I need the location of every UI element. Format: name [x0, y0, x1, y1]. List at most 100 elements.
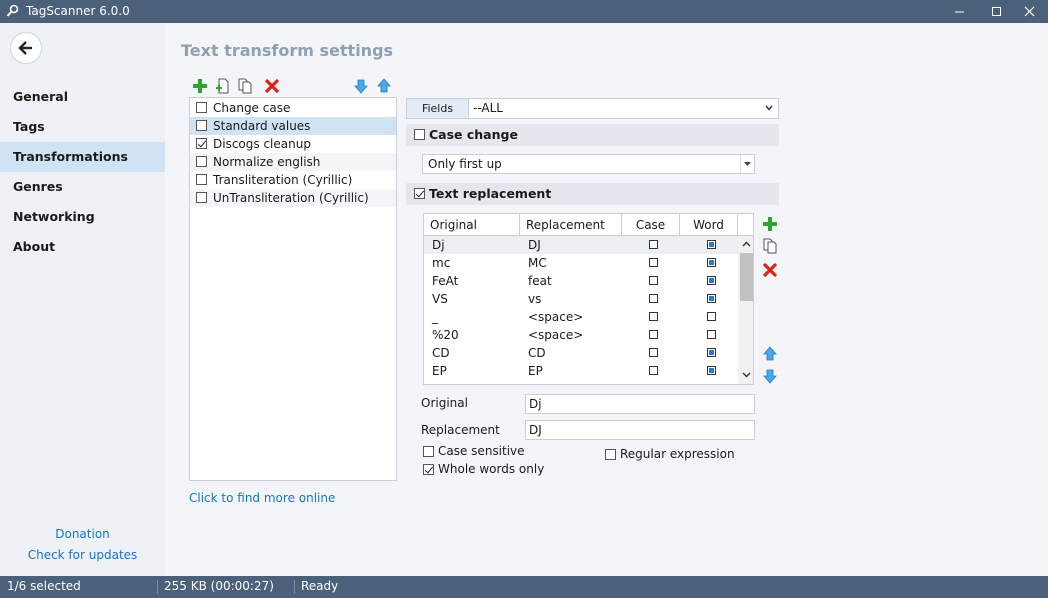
regex-label: Regular expression	[620, 447, 735, 461]
add-replacement-button[interactable]	[761, 215, 779, 233]
sidebar-item-general[interactable]: General	[0, 82, 165, 112]
scroll-up-icon[interactable]	[742, 240, 751, 249]
whole-words-checkbox[interactable]	[423, 464, 434, 475]
move-replacement-up-button[interactable]	[761, 345, 779, 363]
case-checkbox[interactable]	[649, 348, 658, 357]
case-checkbox[interactable]	[649, 330, 658, 339]
scroll-down-icon[interactable]	[742, 370, 751, 379]
add-file-button[interactable]	[214, 77, 232, 95]
table-row[interactable]: %20 <space>	[424, 326, 738, 344]
rule-checkbox[interactable]	[196, 138, 207, 149]
table-scrollbar[interactable]	[738, 236, 753, 384]
sidebar-item-about[interactable]: About	[0, 232, 165, 262]
word-checkbox[interactable]	[707, 348, 716, 357]
delete-rule-button[interactable]	[263, 77, 281, 95]
column-header-case[interactable]: Case	[622, 214, 680, 236]
close-button[interactable]	[1010, 0, 1048, 23]
list-item[interactable]: Change case	[190, 99, 396, 117]
table-row[interactable]: CD CD	[424, 344, 738, 362]
case-checkbox[interactable]	[649, 240, 658, 249]
copy-rule-button[interactable]	[236, 77, 254, 95]
text-replacement-section[interactable]: Text replacement	[406, 183, 779, 205]
back-arrow-icon	[18, 41, 32, 55]
delete-replacement-button[interactable]	[761, 261, 779, 279]
replacement-label: Replacement	[421, 423, 500, 437]
sidebar-item-tags[interactable]: Tags	[0, 112, 165, 142]
word-checkbox[interactable]	[707, 366, 716, 375]
text-replacement-checkbox[interactable]	[414, 188, 425, 199]
copy-replacement-button[interactable]	[761, 237, 779, 255]
rule-checkbox[interactable]	[196, 156, 207, 167]
table-row[interactable]: FeAt feat	[424, 272, 738, 290]
text-replacement-label: Text replacement	[429, 186, 552, 201]
list-item[interactable]: UnTransliteration (Cyrillic)	[190, 189, 396, 207]
word-checkbox[interactable]	[707, 276, 716, 285]
donation-link[interactable]: Donation	[0, 527, 165, 541]
rule-label: Change case	[213, 101, 291, 115]
table-row[interactable]: EP EP	[424, 362, 738, 380]
word-checkbox[interactable]	[707, 330, 716, 339]
word-checkbox[interactable]	[707, 384, 716, 385]
column-header-original[interactable]: Original	[424, 214, 520, 236]
word-checkbox[interactable]	[707, 258, 716, 267]
list-item[interactable]: Discogs cleanup	[190, 135, 396, 153]
list-item[interactable]: Normalize english	[190, 153, 396, 171]
column-header-replacement[interactable]: Replacement	[520, 214, 622, 236]
table-row[interactable]: LP LP	[424, 380, 738, 385]
status-divider	[157, 580, 158, 594]
case-checkbox[interactable]	[649, 294, 658, 303]
chevron-down-icon	[765, 105, 773, 111]
back-button[interactable]	[10, 32, 42, 64]
status-state: Ready	[301, 579, 339, 593]
word-checkbox[interactable]	[707, 240, 716, 249]
scrollbar-thumb[interactable]	[740, 253, 753, 301]
case-checkbox[interactable]	[649, 276, 658, 285]
case-change-section[interactable]: Case change	[406, 124, 779, 146]
list-item[interactable]: Standard values	[190, 117, 396, 135]
table-row[interactable]: _ <space>	[424, 308, 738, 326]
move-replacement-down-button[interactable]	[761, 367, 779, 385]
rule-checkbox[interactable]	[196, 174, 207, 185]
new-file-icon	[216, 78, 229, 94]
sidebar-item-genres[interactable]: Genres	[0, 172, 165, 202]
sidebar-item-networking[interactable]: Networking	[0, 202, 165, 232]
table-row[interactable]: Dj DJ	[424, 236, 738, 254]
case-checkbox[interactable]	[649, 384, 658, 385]
case-sensitive-checkbox[interactable]	[423, 446, 434, 457]
move-down-button[interactable]	[352, 77, 370, 95]
window-title: TagScanner 6.0.0	[26, 4, 130, 18]
case-checkbox[interactable]	[649, 258, 658, 267]
word-checkbox[interactable]	[707, 294, 716, 303]
whole-words-label: Whole words only	[438, 462, 545, 476]
cell-original: FeAt	[432, 274, 459, 288]
rule-label: Discogs cleanup	[213, 137, 311, 151]
case-checkbox[interactable]	[649, 366, 658, 375]
table-row[interactable]: mc MC	[424, 254, 738, 272]
case-checkbox[interactable]	[649, 312, 658, 321]
regex-checkbox[interactable]	[605, 449, 616, 460]
plus-icon	[763, 217, 777, 231]
caret-down-icon	[744, 161, 751, 166]
fields-dropdown[interactable]: Fields --ALL	[406, 98, 779, 119]
column-header-word[interactable]: Word	[680, 214, 738, 236]
move-up-button[interactable]	[375, 77, 393, 95]
check-updates-link[interactable]: Check for updates	[0, 548, 165, 562]
replacement-input[interactable]: DJ	[525, 420, 755, 440]
replacement-table: Original Replacement Case Word Dj DJ mc …	[423, 213, 754, 385]
magnifier-icon	[6, 4, 19, 17]
add-rule-button[interactable]	[191, 77, 209, 95]
rule-checkbox[interactable]	[196, 120, 207, 131]
word-checkbox[interactable]	[707, 312, 716, 321]
original-input[interactable]: Dj	[525, 394, 755, 414]
rule-checkbox[interactable]	[196, 192, 207, 203]
case-change-checkbox[interactable]	[414, 129, 425, 140]
find-more-link[interactable]: Click to find more online	[189, 491, 335, 505]
rule-checkbox[interactable]	[196, 102, 207, 113]
table-row[interactable]: VS vs	[424, 290, 738, 308]
case-mode-dropdown-button[interactable]	[740, 155, 754, 173]
minimize-button[interactable]	[940, 0, 978, 23]
case-mode-select[interactable]: Only first up	[422, 154, 755, 174]
status-size: 255 KB (00:00:27)	[164, 579, 274, 593]
list-item[interactable]: Transliteration (Cyrillic)	[190, 171, 396, 189]
sidebar-item-transformations[interactable]: Transformations	[0, 142, 165, 172]
